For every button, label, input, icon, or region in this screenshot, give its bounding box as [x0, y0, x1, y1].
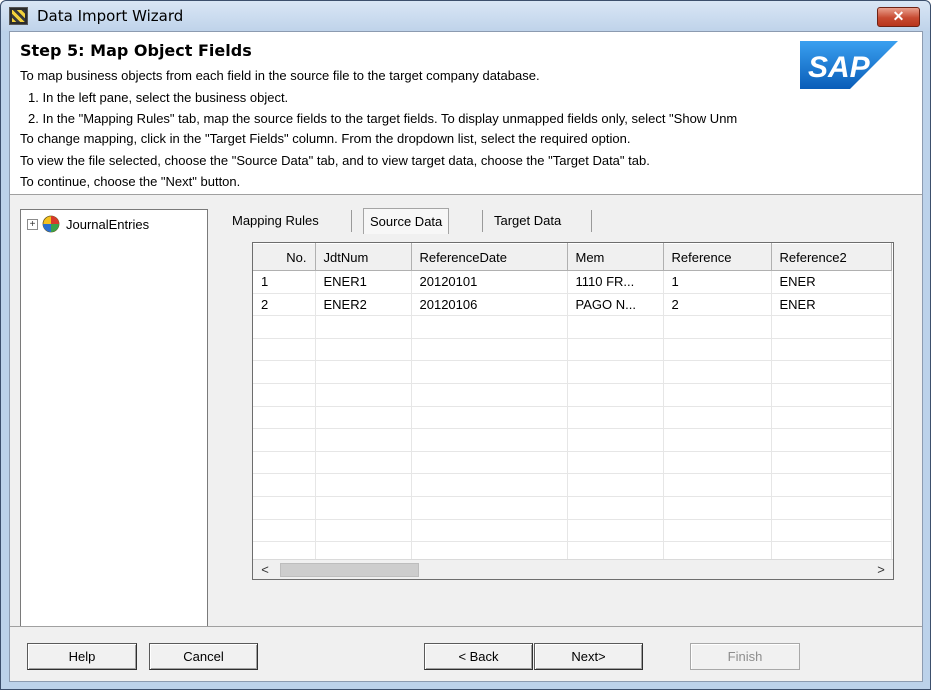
table-cell[interactable]: 1: [663, 270, 772, 294]
cancel-button[interactable]: Cancel: [149, 643, 258, 670]
table-cell[interactable]: 1110 FR...: [567, 270, 664, 294]
help-button[interactable]: Help: [27, 643, 137, 670]
column-header[interactable]: Reference: [663, 243, 772, 271]
table-header-row: No. JdtNum ReferenceDate Mem Reference R…: [253, 243, 892, 271]
table-cell[interactable]: 20120106: [411, 293, 568, 317]
table-row[interactable]: 2 ENER2 20120106 PAGO N... 2 ENER: [253, 293, 892, 317]
wizard-button-bar: Help Cancel < Back Next> Finish: [10, 626, 922, 681]
tree-item-label: JournalEntries: [66, 216, 150, 232]
empty-row: [253, 473, 892, 497]
table-cell[interactable]: PAGO N...: [567, 293, 664, 317]
next-button[interactable]: Next>: [534, 643, 643, 670]
svg-text:SAP: SAP: [808, 51, 871, 84]
back-button[interactable]: < Back: [424, 643, 533, 670]
tab-target-data[interactable]: Target Data: [488, 208, 567, 234]
column-header[interactable]: JdtNum: [315, 243, 412, 271]
scroll-left-icon[interactable]: <: [257, 562, 273, 578]
tab-divider: [591, 210, 592, 232]
tree-item-journal-entries[interactable]: + JournalEntries: [27, 215, 149, 233]
column-header[interactable]: Mem: [567, 243, 664, 271]
instruction-line-4: To change mapping, click in the "Target …: [20, 131, 631, 146]
business-object-tree[interactable]: + JournalEntries: [20, 209, 208, 656]
empty-row: [253, 315, 892, 339]
table-cell[interactable]: ENER: [771, 270, 892, 294]
tab-source-data[interactable]: Source Data: [363, 208, 450, 234]
instruction-line-3: 2. In the "Mapping Rules" tab, map the s…: [28, 111, 738, 126]
source-data-table: No. JdtNum ReferenceDate Mem Reference R…: [253, 243, 892, 565]
instruction-line-2: 1. In the left pane, select the business…: [28, 90, 289, 105]
table-cell[interactable]: ENER2: [315, 293, 412, 317]
scroll-right-icon[interactable]: >: [873, 562, 889, 578]
table-cell[interactable]: ENER: [771, 293, 892, 317]
empty-row: [253, 519, 892, 543]
app-icon: [9, 7, 28, 25]
column-header[interactable]: ReferenceDate: [411, 243, 568, 271]
title-bar[interactable]: Data Import Wizard ✕: [1, 1, 930, 31]
empty-row: [253, 383, 892, 407]
tab-divider: [482, 210, 483, 232]
instruction-line-5: To view the file selected, choose the "S…: [20, 153, 650, 168]
table-cell[interactable]: 2: [253, 293, 316, 317]
data-import-wizard-window: Data Import Wizard ✕ Step 5: Map Object …: [0, 0, 931, 690]
step-title: Step 5: Map Object Fields: [20, 41, 252, 60]
instruction-line-6: To continue, choose the "Next" button.: [20, 174, 241, 189]
wizard-client-area: Step 5: Map Object Fields To map busines…: [9, 31, 923, 682]
column-header[interactable]: Reference2: [771, 243, 892, 271]
horizontal-scrollbar[interactable]: < >: [253, 559, 893, 579]
empty-row: [253, 338, 892, 362]
scroll-thumb[interactable]: [280, 563, 419, 577]
instruction-line-1: To map business objects from each field …: [20, 68, 540, 83]
window-title: Data Import Wizard: [37, 7, 184, 25]
table-row[interactable]: 1 ENER1 20120101 1110 FR... 1 ENER: [253, 270, 892, 294]
empty-row: [253, 451, 892, 475]
tab-divider: [351, 210, 352, 232]
finish-button[interactable]: Finish: [690, 643, 800, 670]
table-cell[interactable]: 20120101: [411, 270, 568, 294]
sap-logo: SAP: [800, 41, 898, 89]
empty-row: [253, 428, 892, 452]
empty-row: [253, 406, 892, 430]
close-button[interactable]: ✕: [877, 7, 920, 27]
globe-icon: [42, 215, 60, 233]
column-header[interactable]: No.: [253, 243, 316, 271]
tab-mapping-rules[interactable]: Mapping Rules: [226, 208, 325, 234]
step-header: Step 5: Map Object Fields To map busines…: [10, 32, 922, 195]
table-cell[interactable]: ENER1: [315, 270, 412, 294]
empty-row: [253, 360, 892, 384]
source-data-grid[interactable]: No. JdtNum ReferenceDate Mem Reference R…: [252, 242, 894, 580]
table-cell[interactable]: 1: [253, 270, 316, 294]
tree-expand-icon[interactable]: +: [27, 218, 38, 230]
empty-row: [253, 496, 892, 520]
table-cell[interactable]: 2: [663, 293, 772, 317]
